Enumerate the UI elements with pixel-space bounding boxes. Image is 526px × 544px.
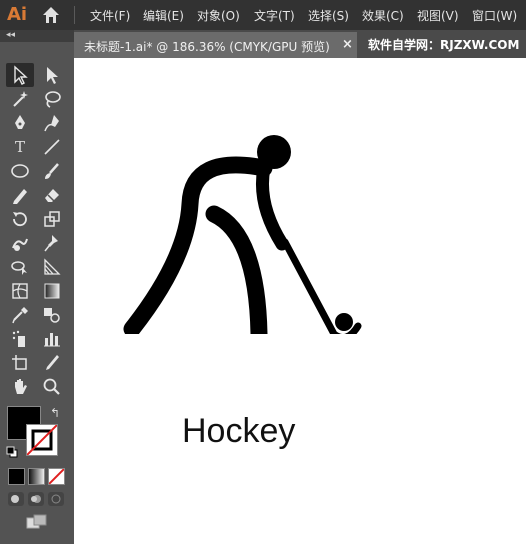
artboard-canvas[interactable]: Hockey [74,58,526,544]
magnifier-icon [43,378,60,395]
menu-separator [74,6,75,24]
shape-builder-icon [11,261,27,275]
hockey-pictogram [123,135,362,334]
gradient-mode-button[interactable] [28,468,45,485]
artboard-icon [12,355,27,370]
menu-select[interactable]: 选择(S) [308,7,349,24]
eraser-icon [45,189,59,202]
zoom-tool[interactable] [38,375,66,399]
close-tab-button[interactable]: × [342,37,353,52]
menu-effect[interactable]: 效果(C) [362,7,404,24]
stroke-color-swatch[interactable] [26,424,58,456]
toolbox-grip[interactable]: ◂◂ [0,30,74,42]
perspective-grid-icon [44,258,61,275]
direct-arrow-icon [47,67,58,84]
pin-icon [44,235,58,252]
menu-object[interactable]: 对象(O) [197,7,240,24]
app-logo: Ai [7,4,28,25]
menu-view[interactable]: 视图(V) [417,7,459,24]
line-segment-tool[interactable] [38,135,66,159]
swap-colors-icon[interactable]: ↰ [50,406,60,420]
column-graph-tool[interactable] [38,327,66,351]
draw-inside-button[interactable] [48,492,64,506]
collapse-panel-icon[interactable]: ◂◂ [6,30,15,40]
document-tab[interactable]: 未标题-1.ai* @ 186.36% (CMYK/GPU 预览) × [74,32,357,58]
rotate-icon [13,212,27,227]
slice-tool[interactable] [38,351,66,375]
bar-graph-icon [44,333,60,347]
ellipse-tool[interactable] [6,159,34,183]
blend-tool[interactable] [38,303,66,327]
gradient-icon [44,283,60,299]
draw-inside-icon [51,494,61,504]
lasso-icon [45,91,61,108]
none-mode-button[interactable] [48,468,65,485]
scale-icon [44,211,60,227]
magic-wand-icon [13,91,28,107]
mesh-icon [12,283,28,299]
curvature-tool[interactable] [38,111,66,135]
hand-tool[interactable] [6,375,34,399]
gradient-tool[interactable] [38,279,66,303]
lasso-tool[interactable] [38,87,66,111]
paintbrush-tool[interactable] [38,159,66,183]
watermark-text: 软件自学网：RJZXW.COM [368,38,520,52]
color-mode-button[interactable] [8,468,25,485]
shape-builder-tool[interactable] [6,255,34,279]
artboard-tool[interactable] [6,351,34,375]
menu-type[interactable]: 文字(T) [254,7,295,24]
mesh-tool[interactable] [6,279,34,303]
document-tab-label: 未标题-1.ai* @ 186.36% (CMYK/GPU 预览) [84,40,330,54]
document-tab-bar: 未标题-1.ai* @ 186.36% (CMYK/GPU 预览) × 软件自学… [74,30,526,58]
shaper-tool[interactable] [6,183,34,207]
screen-mode-icon[interactable] [26,514,48,530]
menu-file[interactable]: 文件(F) [90,7,130,24]
draw-behind-icon [31,495,41,503]
curvature-pen-icon [44,115,59,132]
magic-wand-tool[interactable] [6,87,34,111]
arrow-pointer-icon [14,65,28,85]
none-icon [48,468,65,485]
symbol-sprayer-tool[interactable] [6,327,34,351]
eraser-tool[interactable] [38,183,66,207]
symbol-sprayer-icon [12,330,25,347]
direct-selection-tool[interactable] [38,63,66,87]
pen-nib-icon [15,115,25,129]
type-tool[interactable]: T [6,135,34,159]
pencil-icon [13,189,27,204]
home-icon[interactable] [40,4,62,26]
blend-icon [44,308,60,323]
ellipse-icon [11,164,29,178]
rotate-tool[interactable] [6,207,34,231]
paintbrush-icon [45,163,59,179]
eyedropper-icon [12,307,28,324]
warp-icon [12,238,28,251]
draw-normal-icon [11,495,19,503]
pen-tool[interactable] [6,111,34,135]
knife-icon [46,355,59,370]
free-transform-tool[interactable] [38,231,66,255]
hand-icon [15,379,27,394]
canvas-caption-text[interactable]: Hockey [182,412,295,451]
menu-edit[interactable]: 编辑(E) [143,7,184,24]
scale-tool[interactable] [38,207,66,231]
perspective-grid-tool[interactable] [38,255,66,279]
default-colors-icon[interactable] [6,446,18,458]
draw-behind-button[interactable] [28,492,44,506]
selection-tool[interactable] [6,63,34,87]
draw-normal-button[interactable] [8,492,24,506]
type-tool-glyph: T [14,138,25,156]
toolbox-panel: ◂◂ T ↰ [0,30,74,544]
warp-tool[interactable] [6,231,34,255]
menu-window[interactable]: 窗口(W) [472,7,517,24]
eyedropper-tool[interactable] [6,303,34,327]
none-slash-icon [27,425,57,455]
menu-bar: Ai 文件(F) 编辑(E) 对象(O) 文字(T) 选择(S) 效果(C) 视… [0,0,526,30]
line-icon [44,139,60,155]
